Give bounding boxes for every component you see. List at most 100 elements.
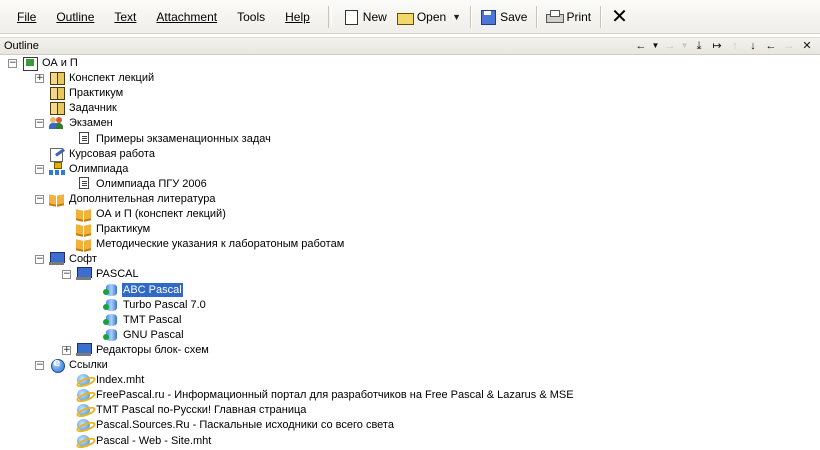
new-button[interactable]: New bbox=[338, 5, 392, 29]
tree-node[interactable]: TMT Pascal bbox=[0, 313, 820, 328]
print-button[interactable]: Print bbox=[541, 5, 596, 29]
document-icon bbox=[79, 176, 89, 189]
tree-node-label[interactable]: TMT Pascal по-Русски! Главная страница bbox=[95, 403, 307, 417]
tree-node-label[interactable]: Олимпиада ПГУ 2006 bbox=[95, 177, 208, 191]
move-down-last-icon[interactable]: ⤓ bbox=[690, 38, 708, 54]
back-icon[interactable]: ← bbox=[762, 38, 780, 54]
tree-node[interactable]: ОА и П (конспект лекций) bbox=[0, 207, 820, 222]
tree-node-label[interactable]: Задачник bbox=[68, 101, 118, 115]
tree-node[interactable]: Практикум bbox=[0, 222, 820, 237]
tree-node-label[interactable]: Олимпиада bbox=[68, 162, 129, 176]
tree-node[interactable]: Index.mht bbox=[0, 373, 820, 388]
ie-icon bbox=[76, 388, 92, 402]
collapse-icon[interactable]: − bbox=[35, 164, 44, 174]
move-right-dropdown-icon[interactable]: ▼ bbox=[679, 38, 690, 54]
tree-node[interactable]: − Софт bbox=[0, 252, 820, 267]
forward-icon[interactable]: → bbox=[780, 38, 798, 54]
tree-node-label[interactable]: Pascal.Sources.Ru - Паскальные исходники… bbox=[95, 418, 395, 432]
tree-node-label[interactable]: Экзамен bbox=[68, 116, 114, 130]
tree-node-label[interactable]: Index.mht bbox=[95, 373, 145, 387]
collapse-icon[interactable]: − bbox=[35, 255, 44, 265]
tree-node-label[interactable]: Курсовая работа bbox=[68, 147, 156, 161]
menu-text[interactable]: Text bbox=[104, 7, 146, 27]
tree-node[interactable]: − ОА и П bbox=[0, 56, 820, 71]
tree-node-label[interactable]: Конспект лекций bbox=[68, 71, 155, 85]
expand-icon[interactable]: + bbox=[62, 345, 71, 355]
toolbar-separator bbox=[470, 5, 472, 28]
tree-node-label[interactable]: Редакторы блок- схем bbox=[95, 343, 210, 357]
tree-node-label[interactable]: Практикум bbox=[68, 86, 124, 100]
tree-node-label[interactable]: PASCAL bbox=[95, 267, 140, 281]
printer-icon bbox=[546, 9, 565, 24]
menu-tools[interactable]: Tools bbox=[227, 7, 275, 27]
globe-icon bbox=[49, 356, 65, 373]
save-button[interactable]: Save bbox=[475, 5, 532, 29]
open-button[interactable]: Open ▼ bbox=[392, 5, 466, 29]
collapse-icon[interactable]: − bbox=[8, 59, 17, 68]
tree-node-label[interactable]: Pascal - Web - Site.mht bbox=[95, 434, 212, 448]
tree-node[interactable]: − Дополнительная литература bbox=[0, 192, 820, 207]
tree-node-label[interactable]: ОА и П (конспект лекций) bbox=[95, 207, 227, 221]
tree-node[interactable]: − Олимпиада bbox=[0, 161, 820, 177]
tree-node[interactable]: Pascal.Sources.Ru - Паскальные исходники… bbox=[0, 418, 820, 433]
tree-node[interactable]: Задачник bbox=[0, 101, 820, 116]
menu-outline[interactable]: Outline bbox=[46, 7, 104, 27]
collapse-icon[interactable]: − bbox=[35, 361, 44, 370]
menu-attachment-label: Attachment bbox=[156, 9, 218, 24]
tree-node[interactable]: Курсовая работа bbox=[0, 147, 820, 162]
expand-icon[interactable]: + bbox=[35, 74, 44, 84]
tree-node[interactable]: Pascal - Web - Site.mht bbox=[0, 434, 820, 449]
move-left-icon[interactable]: ← bbox=[632, 38, 650, 54]
tree-node-label[interactable]: Софт bbox=[68, 252, 98, 266]
tree-node[interactable]: Примеры экзаменационных задач bbox=[0, 131, 820, 147]
tree-node[interactable]: ABC Pascal bbox=[0, 282, 820, 298]
tree-node-label[interactable]: Методические указания к лаборатоным рабо… bbox=[95, 237, 345, 251]
tree-node-label[interactable]: ABC Pascal bbox=[122, 282, 183, 297]
menu-help[interactable]: Help bbox=[275, 7, 320, 27]
menu-outline-label: Outline bbox=[56, 9, 95, 24]
move-up-icon[interactable]: ↑ bbox=[726, 38, 744, 54]
open-book-icon bbox=[76, 237, 92, 251]
collapse-icon[interactable]: − bbox=[35, 194, 44, 204]
tree-node[interactable]: − PASCAL bbox=[0, 267, 820, 282]
tree-node-label[interactable]: Ссылки bbox=[68, 358, 109, 372]
tree-node-label[interactable]: Дополнительная литература bbox=[68, 192, 217, 206]
indent-icon[interactable]: ↦ bbox=[708, 38, 726, 54]
move-down-icon[interactable]: ↓ bbox=[744, 38, 762, 54]
tree-node[interactable]: Олимпиада ПГУ 2006 bbox=[0, 176, 820, 192]
tree-node-label[interactable]: Примеры экзаменационных задач bbox=[95, 132, 272, 146]
tree-node-label[interactable]: ОА и П bbox=[41, 56, 79, 70]
book-icon bbox=[49, 101, 65, 116]
open-dropdown-arrow-icon[interactable]: ▼ bbox=[452, 12, 461, 22]
tree-node[interactable]: − Ссылки bbox=[0, 356, 820, 373]
menu-file-label: File bbox=[17, 9, 37, 24]
collapse-icon[interactable]: − bbox=[35, 119, 44, 129]
tree-node-label[interactable]: Практикум bbox=[95, 222, 151, 236]
tree-node-label[interactable]: Turbo Pascal 7.0 bbox=[122, 298, 207, 312]
menu-file[interactable]: File bbox=[7, 7, 46, 27]
tree-node-label[interactable]: FreePascal.ru - Информационный портал дл… bbox=[95, 388, 575, 402]
tree-node[interactable]: FreePascal.ru - Информационный портал дл… bbox=[0, 388, 820, 403]
tree-node[interactable]: Практикум bbox=[0, 86, 820, 101]
tree-node[interactable]: Turbo Pascal 7.0 bbox=[0, 298, 820, 313]
tree-node-label[interactable]: TMT Pascal bbox=[122, 313, 182, 327]
tree-node[interactable]: GNU Pascal bbox=[0, 328, 820, 343]
move-right-icon[interactable]: → bbox=[661, 38, 679, 54]
menu-text-label: Text bbox=[114, 9, 137, 24]
tree-node[interactable]: + Редакторы блок- схем bbox=[0, 342, 820, 358]
root-icon bbox=[22, 56, 38, 71]
toolbar-separator bbox=[600, 5, 602, 28]
tree-node-label[interactable]: GNU Pascal bbox=[122, 328, 185, 342]
tree-node[interactable]: TMT Pascal по-Русски! Главная страница bbox=[0, 403, 820, 418]
close-outline-icon[interactable]: ✕ bbox=[798, 38, 816, 54]
close-icon[interactable]: ✕ bbox=[605, 5, 634, 29]
menu-attachment[interactable]: Attachment bbox=[146, 7, 227, 27]
database-icon bbox=[103, 313, 119, 327]
tree-node[interactable]: Методические указания к лаборатоным рабо… bbox=[0, 237, 820, 252]
toolbar-grip[interactable] bbox=[327, 5, 332, 28]
tree-node[interactable]: − Экзамен bbox=[0, 116, 820, 131]
tree-node[interactable]: + Конспект лекций bbox=[0, 71, 820, 86]
open-book-icon bbox=[76, 207, 92, 221]
collapse-icon[interactable]: − bbox=[62, 270, 71, 280]
move-left-dropdown-icon[interactable]: ▼ bbox=[650, 38, 661, 54]
